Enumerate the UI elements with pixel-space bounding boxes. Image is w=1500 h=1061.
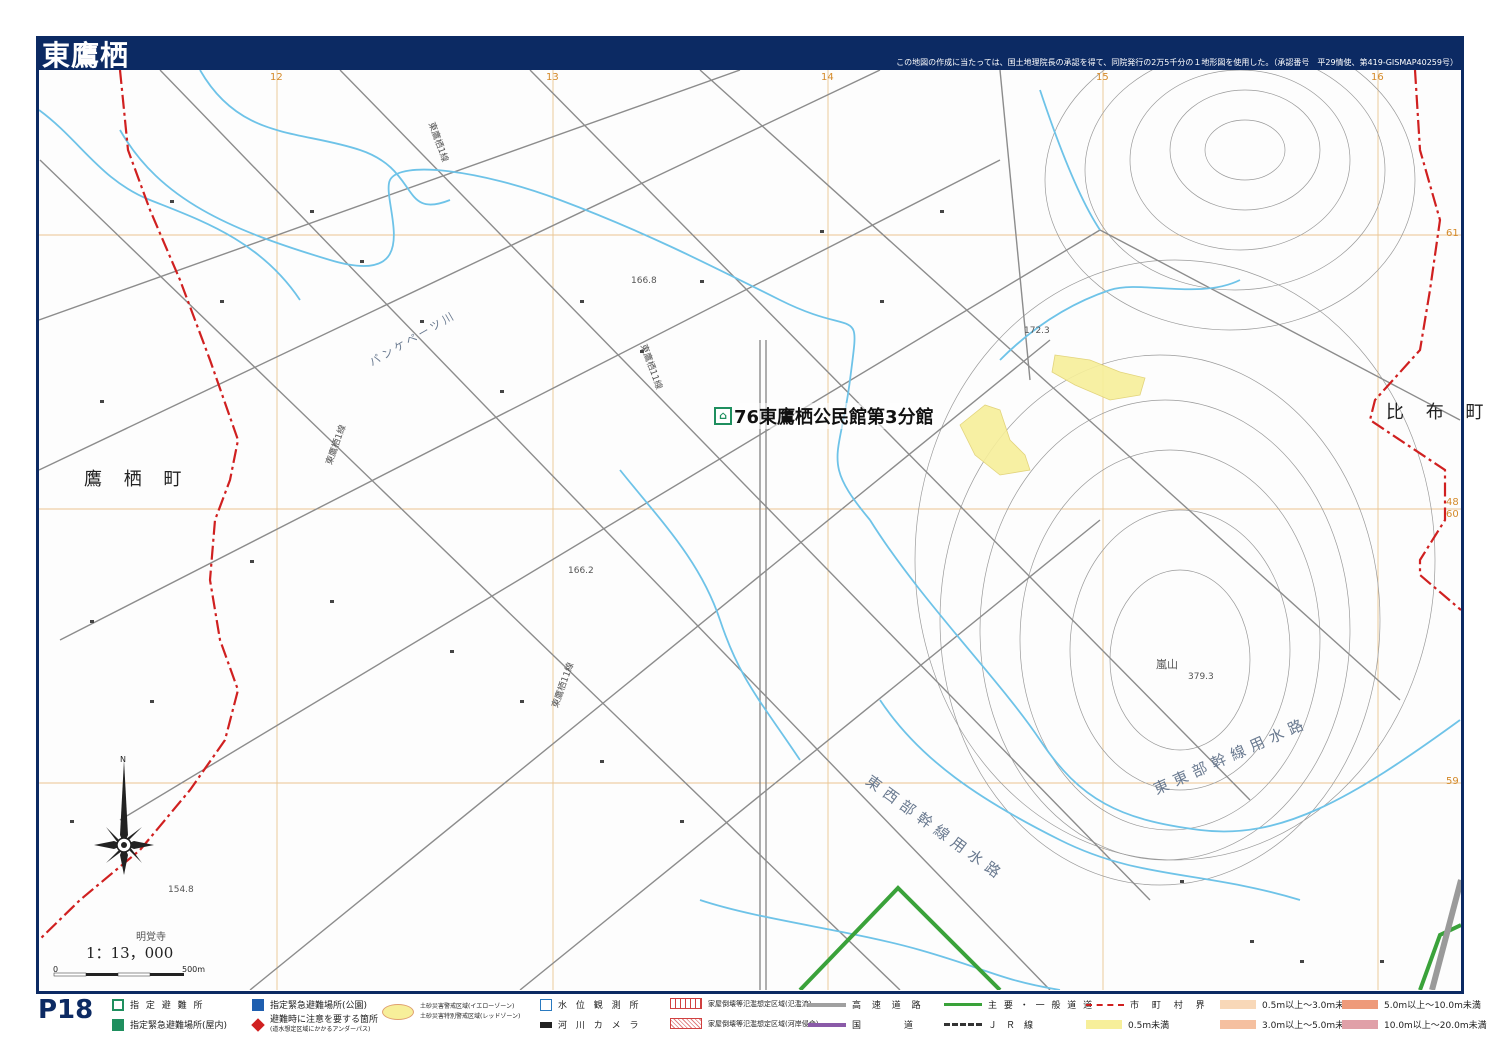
legend-shelter: 指 定 避 難 所: [112, 998, 204, 1011]
grid-number: 14: [821, 72, 834, 83]
emergency-park-icon: [252, 998, 264, 1011]
legend-label: 0.5m未満: [1128, 1021, 1170, 1031]
camera-icon: [540, 1021, 552, 1028]
temple-name: 明覚寺: [136, 932, 166, 943]
legend-water-station: 水 位 観 測 所: [540, 998, 641, 1011]
grid-number: 48: [1446, 497, 1459, 508]
shelter-label[interactable]: ⌂ 76東鷹栖公民館第3分館: [714, 403, 934, 429]
legend-label: 土砂災害特別警戒区域(レッドゾーン): [420, 1013, 521, 1020]
legend-label: 主 要 ・ 一 般 道 道: [988, 1001, 1095, 1011]
shelter-name: 76東鷹栖公民館第3分館: [734, 407, 934, 428]
main-road-swatch: [944, 1003, 982, 1006]
legend-emergency-indoor: 指定緊急避難場所(屋内): [112, 1018, 227, 1031]
jr-line-swatch: [944, 1023, 982, 1026]
legend-depth-3: 5.0m以上～10.0m未満: [1342, 998, 1481, 1011]
grid-number: 13: [546, 72, 559, 83]
legend-depth-1: 0.5m以上～3.0m未満: [1220, 998, 1353, 1011]
border-swatch: [1086, 1003, 1124, 1006]
shelter-icon: ⌂: [714, 407, 732, 425]
legend-label: 河 川 カ メ ラ: [558, 1021, 642, 1031]
legend-depth-4: 10.0m以上～20.0m未満: [1342, 1018, 1487, 1031]
elevation-label: 379.3: [1188, 672, 1214, 682]
water-gauge-icon: [540, 998, 552, 1011]
legend-sublabel: (道水想定区域にかかるアンダーパス): [270, 1026, 371, 1033]
legend-label: 水 位 観 測 所: [558, 1001, 642, 1011]
depth-swatch: [1342, 1000, 1378, 1009]
caution-diamond-icon: [251, 1018, 265, 1032]
legend-label: 高 速 道 路: [852, 1001, 925, 1011]
elevation-label: 172.3: [1024, 326, 1050, 336]
legend-depth-0: 0.5m未満: [1086, 1018, 1169, 1031]
grid-number: 60: [1446, 509, 1459, 520]
landslide-zone-icon: [382, 1004, 414, 1020]
legend-depth-2: 3.0m以上～5.0m未満: [1220, 1018, 1353, 1031]
expressway-swatch: [808, 1002, 846, 1007]
mountain-name: 嵐山: [1156, 658, 1178, 671]
legend-emergency-park: 指定緊急避難場所(公園): [252, 998, 367, 1011]
legend-expressway: 高 速 道 路: [808, 998, 925, 1011]
shelter-icon: [112, 998, 124, 1011]
legend: 指 定 避 難 所 指定緊急避難場所(屋内) 指定緊急避難場所(公園) 避難時に…: [110, 996, 1487, 1036]
legend-label: 5.0m以上～10.0m未満: [1384, 1001, 1481, 1011]
legend-collapse-erosion: 家屋倒壊等氾濫想定区域(河岸侵食): [670, 1018, 818, 1029]
map-title: 東鷹栖: [42, 39, 130, 72]
depth-swatch: [1220, 1020, 1256, 1029]
scale-end: 500m: [182, 965, 206, 974]
scale-zero: 0: [53, 965, 59, 974]
legend-label: 指定緊急避難場所(公園): [270, 1001, 368, 1011]
emergency-indoor-icon: [112, 1018, 124, 1031]
depth-swatch: [1220, 1000, 1256, 1009]
elevation-label: 166.2: [568, 566, 594, 576]
grid-number: 16: [1371, 72, 1384, 83]
elevation-label: 166.8: [631, 276, 657, 286]
legend-label: 避難時に注意を要する箇所: [270, 1015, 379, 1025]
legend-jr-line: Ｊ Ｒ 線: [944, 1018, 1033, 1031]
legend-river-camera: 河 川 カ メ ラ: [540, 1018, 641, 1031]
town-label-pippu: 比 布 町: [1386, 402, 1492, 423]
legend-label: 国 道: [852, 1021, 918, 1031]
legend-collapse-flood: 家屋倒壊等氾濫想定区域(氾濫流): [670, 998, 811, 1009]
scale-ratio: 1：13，000: [86, 944, 174, 962]
legend-label: 家屋倒壊等氾濫想定区域(河岸侵食): [708, 1019, 819, 1028]
town-label-takasu: 鷹 栖 町: [84, 469, 190, 490]
legend-label: Ｊ Ｒ 線: [988, 1021, 1034, 1031]
page-number: P18: [38, 995, 94, 1025]
legend-caution: 避難時に注意を要する箇所 (道水想定区域にかかるアンダーパス): [251, 1015, 379, 1034]
depth-swatch: [1086, 1020, 1122, 1029]
legend-label: 0.5m以上～3.0m未満: [1262, 1001, 1354, 1011]
legend-municipal-border: 市 町 村 界: [1086, 998, 1210, 1011]
national-road-swatch: [808, 1022, 846, 1027]
legend-label: 家屋倒壊等氾濫想定区域(氾濫流): [708, 999, 812, 1008]
legend-national-road: 国 道: [808, 1018, 917, 1031]
map-credit: この地図の作成に当たっては、国土地理院長の承認を得て、同院発行の2万5千分の１地…: [896, 58, 1458, 67]
legend-label: 3.0m以上～5.0m未満: [1262, 1021, 1354, 1031]
map-canvas[interactable]: [39, 70, 1461, 990]
depth-swatch: [1342, 1020, 1378, 1029]
grid-number: 12: [270, 72, 283, 83]
grid-number: 15: [1096, 72, 1109, 83]
legend-label: 指定緊急避難場所(屋内): [130, 1021, 228, 1031]
legend-label: 市 町 村 界: [1130, 1001, 1210, 1011]
scale-bar: [53, 972, 184, 977]
grid-number: 59: [1446, 776, 1459, 787]
dot-swatch: [670, 1018, 702, 1029]
hatch-swatch: [670, 998, 702, 1009]
elevation-label: 154.8: [168, 885, 194, 895]
legend-label: 土砂災害警戒区域(イエローゾーン): [420, 1003, 515, 1010]
legend-label: 指 定 避 難 所: [130, 1001, 205, 1011]
legend-landslide: 土砂災害警戒区域(イエローゾーン) 土砂災害特別警戒区域(レッドゾーン): [382, 1002, 520, 1022]
grid-number: 61: [1446, 228, 1459, 239]
legend-main-road: 主 要 ・ 一 般 道 道: [944, 998, 1094, 1011]
legend-label: 10.0m以上～20.0m未満: [1384, 1021, 1487, 1031]
compass-north-label: N: [120, 755, 126, 764]
